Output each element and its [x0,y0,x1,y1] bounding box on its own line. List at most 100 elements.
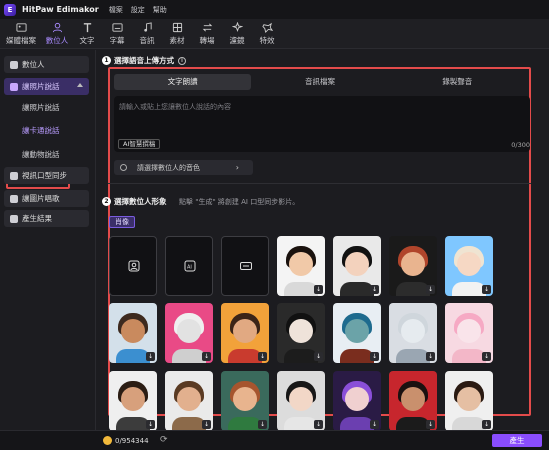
avatar-thumbnail[interactable]: ↓ [333,371,381,431]
avatar-thumbnail[interactable]: ↓ [445,236,493,296]
tool-label: 字幕 [109,36,125,45]
avatar-thumbnail[interactable]: ↓ [445,371,493,431]
download-icon[interactable]: ↓ [258,420,267,429]
photo-talk-icon [10,82,18,91]
avatar-thumbnail[interactable]: ↓ [389,236,437,296]
download-icon[interactable]: ↓ [314,285,323,294]
avatar-body [340,349,374,363]
generate-hint: 點擊 "生成" 將創建 AI 口型同步影片。 [179,198,300,206]
download-icon[interactable]: ↓ [314,352,323,361]
tab-audio-file[interactable]: 音訊檔案 [251,74,388,90]
digital-human-icon [10,60,18,69]
avatar-face [233,387,257,411]
avatar-upload-tile[interactable] [221,236,269,296]
avatar-thumbnail[interactable]: ↓ [277,371,325,431]
ai-image-icon: AI [184,260,196,272]
avatar-thumbnail[interactable]: ↓ [109,371,157,431]
textarea-placeholder: 請輸入或貼上您讓數位人說話的內容 [119,103,231,111]
avatar-face [345,252,369,276]
menu-settings[interactable]: 設定 [131,5,145,15]
avatar-thumbnail[interactable]: ↓ [277,303,325,363]
coin-icon [103,436,112,445]
avatar-body [116,417,150,431]
avatar-thumbnail[interactable]: ↓ [165,371,213,431]
avatar-thumbnail[interactable]: ↓ [333,236,381,296]
download-icon[interactable]: ↓ [314,420,323,429]
download-icon[interactable]: ↓ [426,420,435,429]
avatar-thumbnail[interactable]: ↓ [165,303,213,363]
menu-help[interactable]: 幫助 [153,5,167,15]
download-icon[interactable]: ↓ [370,352,379,361]
tool-subtitle[interactable]: 字幕 [102,19,132,49]
download-icon[interactable]: ↓ [482,352,491,361]
sidebar-item-label: 讓圖片唱歌 [22,194,60,203]
tool-digital-human[interactable]: 數位人 [42,19,72,49]
download-icon[interactable]: ↓ [146,352,155,361]
download-icon[interactable]: ↓ [146,420,155,429]
sidebar-item-digital-human[interactable]: 數位人 [4,56,89,73]
avatar-thumbnail[interactable]: ↓ [389,371,437,431]
download-icon[interactable]: ↓ [202,352,211,361]
avatar-face [401,387,425,411]
sidebar-subitem-cartoon-talk[interactable]: 讓卡通說話 [22,125,60,136]
tab-text-to-speech[interactable]: 文字朗讀 [114,74,252,90]
avatar-thumbnail[interactable]: ↓ [109,303,157,363]
download-icon[interactable]: ↓ [258,352,267,361]
generate-button[interactable]: 產生 [492,434,542,447]
download-icon[interactable]: ↓ [482,285,491,294]
tab-record-voice[interactable]: 錄製聲音 [389,74,526,90]
main-toolbar: 媒體檔案 數位人 文字 字幕 音訊 素材 轉場 濾鏡 特效 [0,19,549,49]
tool-label: 文字 [79,36,95,45]
download-icon[interactable]: ↓ [426,352,435,361]
download-icon[interactable]: ↓ [482,420,491,429]
tool-text[interactable]: 文字 [72,19,102,49]
sidebar-subitem-animal-talk[interactable]: 讓動物說話 [22,149,60,160]
tool-transition[interactable]: 轉場 [192,19,222,49]
menu-file[interactable]: 檔案 [109,5,123,15]
download-icon[interactable]: ↓ [370,285,379,294]
info-icon[interactable]: i [178,56,186,65]
sidebar-item-photo-sing[interactable]: 讓圖片唱歌 [4,190,89,207]
avatar-upload-tile[interactable]: AI [165,236,213,296]
avatar-face [401,319,425,343]
sidebar: 數位人 讓照片說話 讓照片說話 讓卡通說話 讓動物說話 視訊口型同步 讓圖片唱歌… [0,50,96,430]
text-icon [83,23,91,33]
photo-sing-icon [10,194,18,203]
subtitle-icon [111,23,123,32]
collapse-caret-icon[interactable] [77,83,83,87]
avatar-thumbnail[interactable]: ↓ [221,371,269,431]
digital-human-icon [52,22,62,33]
avatar-body [340,417,374,431]
download-icon[interactable]: ↓ [202,420,211,429]
sidebar-item-photo-talk[interactable]: 讓照片說話 [4,78,89,95]
avatar-body [396,417,430,431]
script-textarea[interactable]: 請輸入或貼上您讓數位人說話的內容 AI智慧撰稿 0/300 [114,96,530,152]
avatar-body [396,349,430,363]
avatar-thumbnail[interactable]: ↓ [389,303,437,363]
tool-assets[interactable]: 素材 [162,19,192,49]
download-icon[interactable]: ↓ [370,420,379,429]
sidebar-item-results[interactable]: 產生結果 [4,210,89,227]
sidebar-item-lip-sync[interactable]: 視訊口型同步 [4,167,89,184]
avatar-body [116,349,150,363]
tool-effects[interactable]: 特效 [252,19,282,49]
title-bar: E HitPaw Edimakor 檔案 設定 幫助 [0,0,549,19]
avatar-thumbnail[interactable]: ↓ [445,303,493,363]
tool-filter[interactable]: 濾鏡 [222,19,252,49]
refresh-icon[interactable]: ⟳ [160,435,168,445]
avatar-upload-tile[interactable] [109,236,157,296]
avatar-thumbnail[interactable]: ↓ [277,236,325,296]
avatar-body [452,417,486,431]
avatar-thumbnail[interactable]: ↓ [333,303,381,363]
voice-select-button[interactable]: 請選擇數位人的音色 › [114,160,253,175]
tool-audio[interactable]: 音訊 [132,19,162,49]
svg-text:AI: AI [187,265,192,271]
portrait-filter-chip[interactable]: 肖像 [109,216,135,228]
avatar-thumbnail[interactable]: ↓ [221,303,269,363]
sidebar-subitem-photo-talk[interactable]: 讓照片說話 [22,102,60,113]
tool-media[interactable]: 媒體檔案 [0,19,42,49]
tool-label: 音訊 [139,36,155,45]
download-icon[interactable]: ↓ [426,285,435,294]
ai-writing-button[interactable]: AI智慧撰稿 [118,139,161,149]
avatar-face [457,387,481,411]
